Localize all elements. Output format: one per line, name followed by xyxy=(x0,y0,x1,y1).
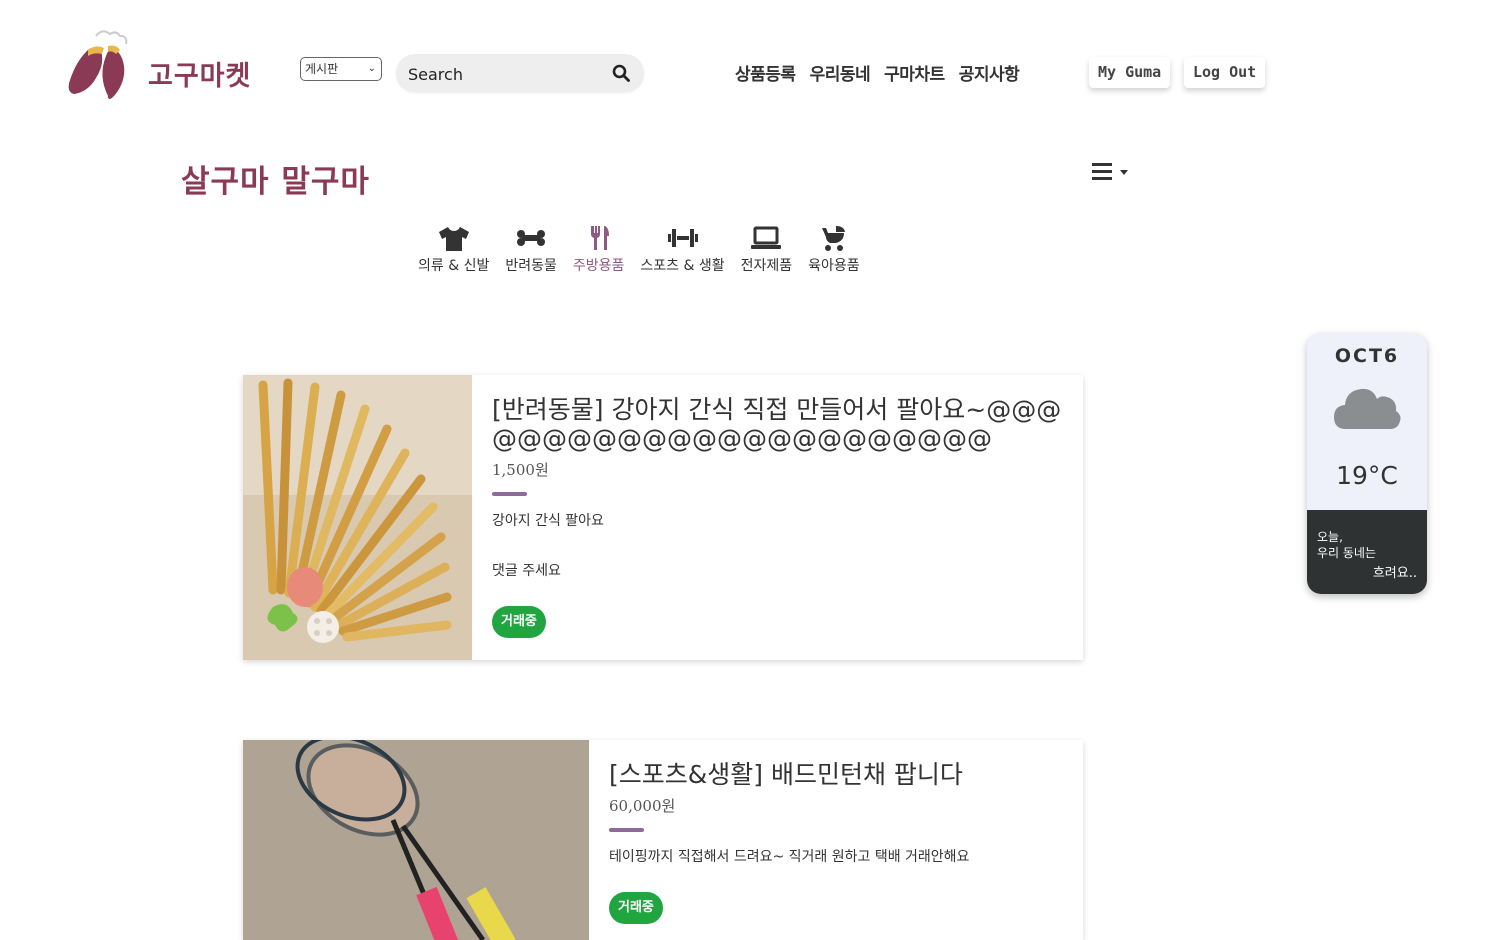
category-bar: 의류 & 신발 반려동물 주방용품 스포츠 & 생활 전자제품 육아용품 xyxy=(418,224,860,275)
chevron-down-icon: ⌄ xyxy=(367,63,376,74)
badminton-racket-image xyxy=(243,740,589,940)
weather-line: 우리 동네는 xyxy=(1317,546,1377,560)
category-electronics[interactable]: 전자제품 xyxy=(740,224,793,275)
listing-price: 60,000원 xyxy=(609,797,676,815)
hamburger-icon xyxy=(1092,163,1128,180)
category-label: 육아용품 xyxy=(808,258,860,274)
listing-title[interactable]: [스포츠&생활] 배드민턴채 팝니다 xyxy=(609,760,1083,789)
weather-widget: OCT6 19°C 오늘, 우리 동네는 흐려요.. xyxy=(1307,333,1427,594)
nav-item-chart[interactable]: 구마차트 xyxy=(884,60,945,85)
category-baby[interactable]: 육아용품 xyxy=(808,224,860,275)
listing-body: [반려동물] 강아지 간식 직접 만들어서 팔아요~@@@@@@@@@@@@@@… xyxy=(492,375,1083,638)
main-nav: 상품등록 우리동네 구마차트 공지사항 xyxy=(735,60,1020,85)
dog-treats-image xyxy=(243,375,472,660)
category-clothing[interactable]: 의류 & 신발 xyxy=(418,224,489,275)
category-label: 의류 & 신발 xyxy=(418,258,490,274)
search-input[interactable] xyxy=(406,62,600,86)
listing-card[interactable]: [스포츠&생활] 배드민턴채 팝니다 60,000원 테이핑까지 직접해서 드려… xyxy=(243,740,1083,940)
listing-description-2: 댓글 주세요 xyxy=(492,563,561,579)
nav-item-register[interactable]: 상품등록 xyxy=(735,60,796,85)
nav-item-neighborhood[interactable]: 우리동네 xyxy=(810,60,871,85)
listing-body: [스포츠&생활] 배드민턴채 팝니다 60,000원 테이핑까지 직접해서 드려… xyxy=(609,740,1083,924)
listing-description: 테이핑까지 직접해서 드려요~ 직거래 원하고 택배 거래안해요 xyxy=(609,849,970,865)
weather-line: 흐려요.. xyxy=(1372,566,1417,581)
my-guma-button[interactable]: My Guma xyxy=(1089,57,1171,88)
status-badge: 거래중 xyxy=(492,606,546,638)
divider xyxy=(492,492,527,496)
board-select-value: 게시판 xyxy=(305,62,339,76)
logo-text: 고구마켓 xyxy=(148,61,252,92)
category-label: 반려동물 xyxy=(505,258,557,274)
category-kitchen[interactable]: 주방용품 xyxy=(572,224,625,275)
cloud-icon xyxy=(1334,388,1401,429)
search-icon[interactable] xyxy=(612,64,630,82)
category-label: 전자제품 xyxy=(740,258,793,274)
listing-price: 1,500원 xyxy=(492,461,549,479)
stroller-icon xyxy=(821,226,845,251)
menu-toggle-button[interactable] xyxy=(1092,160,1132,184)
category-pets[interactable]: 반려동물 xyxy=(505,224,557,275)
category-label: 스포츠 & 생활 xyxy=(640,258,725,274)
bone-icon xyxy=(517,230,546,246)
weather-message: 오늘, 우리 동네는 흐려요.. xyxy=(1307,510,1427,594)
board-select[interactable]: 게시판 ⌄ xyxy=(300,57,382,81)
weather-temperature: 19°C xyxy=(1336,461,1398,490)
shirt-icon xyxy=(438,227,469,251)
dumbbell-icon xyxy=(667,229,698,247)
page-title: 살구마 말구마 xyxy=(181,164,370,200)
laptop-icon xyxy=(751,226,782,249)
category-sports[interactable]: 스포츠 & 생활 xyxy=(640,224,725,275)
listing-image xyxy=(243,740,589,940)
listing-description: 강아지 간식 팔아요 xyxy=(492,513,604,529)
listing-image xyxy=(243,375,472,660)
sweet-potato-icon xyxy=(68,30,128,99)
divider xyxy=(609,828,644,832)
weather-line: 오늘, xyxy=(1317,530,1343,544)
status-badge: 거래중 xyxy=(609,892,663,924)
category-label: 주방용품 xyxy=(572,258,625,274)
utensils-icon xyxy=(590,226,609,250)
listing-title[interactable]: [반려동물] 강아지 간식 직접 만들어서 팔아요~@@@@@@@@@@@@@@… xyxy=(492,395,1072,453)
weather-date: OCT6 xyxy=(1334,345,1400,367)
listing-card[interactable]: [반려동물] 강아지 간식 직접 만들어서 팔아요~@@@@@@@@@@@@@@… xyxy=(243,375,1083,660)
nav-item-notice[interactable]: 공지사항 xyxy=(959,60,1020,85)
search-bar xyxy=(396,54,644,92)
logout-button[interactable]: Log Out xyxy=(1184,57,1266,88)
